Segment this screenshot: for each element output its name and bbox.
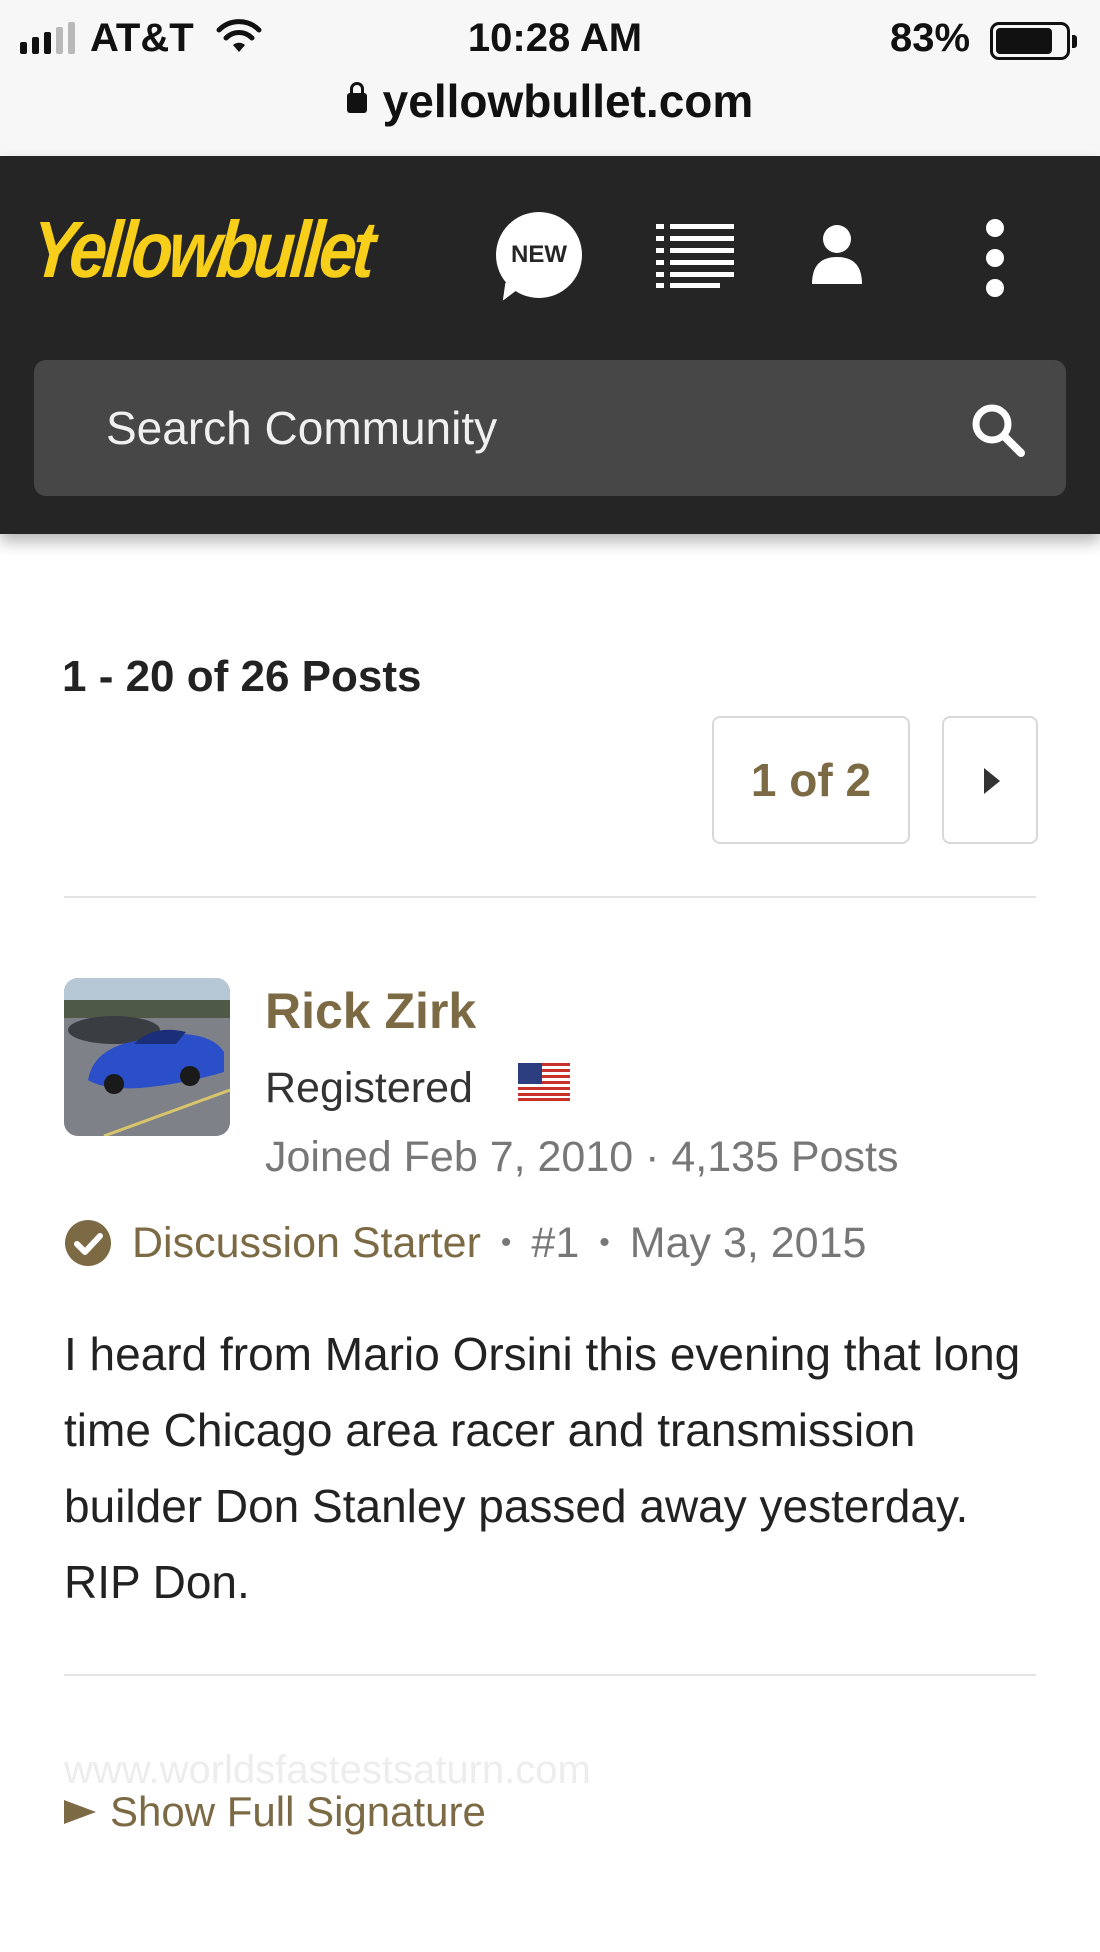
new-posts-button[interactable]: NEW bbox=[496, 212, 582, 298]
search-bar bbox=[34, 360, 1066, 496]
divider bbox=[64, 1674, 1036, 1676]
new-label: NEW bbox=[511, 241, 567, 268]
lock-icon bbox=[346, 82, 367, 113]
separator-dot: • bbox=[500, 1226, 512, 1259]
url-text: yellowbullet.com bbox=[382, 75, 754, 127]
forum-list-icon[interactable] bbox=[656, 222, 734, 288]
separator-dot: • bbox=[599, 1226, 610, 1259]
search-icon[interactable] bbox=[970, 402, 1026, 458]
post-count: 1 - 20 of 26 Posts bbox=[62, 652, 422, 701]
signature-url[interactable]: www.worldsfastestsaturn.com bbox=[64, 1748, 591, 1793]
post-date[interactable]: May 3, 2015 bbox=[630, 1219, 867, 1268]
more-options-icon[interactable] bbox=[980, 218, 1010, 298]
user-account-icon[interactable] bbox=[812, 224, 862, 284]
post-author[interactable]: Rick Zirk bbox=[265, 982, 476, 1040]
us-flag-icon bbox=[518, 1063, 570, 1101]
next-page-button[interactable] bbox=[942, 716, 1038, 844]
battery-percentage: 83% bbox=[890, 16, 971, 60]
battery-icon bbox=[990, 22, 1077, 60]
divider bbox=[64, 896, 1036, 898]
post-meta: Discussion Starter • #1 • May 3, 2015 bbox=[64, 1215, 866, 1271]
new-bubble-icon: NEW bbox=[496, 212, 582, 298]
checkmark-circle-icon bbox=[65, 1220, 111, 1266]
post-body: I heard from Mario Orsini this evening t… bbox=[64, 1328, 1021, 1608]
search-input[interactable] bbox=[106, 360, 906, 496]
address-bar[interactable]: yellowbullet.com bbox=[0, 74, 1100, 128]
site-logo[interactable]: Yellowbullet bbox=[28, 204, 375, 296]
status-bar: AT&T 10:28 AM 83% yellowbullet.com bbox=[0, 0, 1100, 156]
author-stats: Joined Feb 7, 2010 · 4,135 Posts bbox=[265, 1133, 899, 1181]
discussion-starter-label: Discussion Starter bbox=[132, 1218, 481, 1267]
show-signature-label: Show Full Signature bbox=[110, 1788, 486, 1835]
post-number[interactable]: #1 bbox=[531, 1219, 579, 1268]
author-role: Registered bbox=[265, 1064, 473, 1112]
triangle-right-icon bbox=[64, 1800, 96, 1824]
show-signature-button[interactable]: Show Full Signature bbox=[64, 1788, 486, 1836]
site-header: Yellowbullet NEW bbox=[0, 156, 1100, 534]
avatar[interactable] bbox=[64, 978, 230, 1136]
page-selector-button[interactable]: 1 of 2 bbox=[712, 716, 910, 844]
